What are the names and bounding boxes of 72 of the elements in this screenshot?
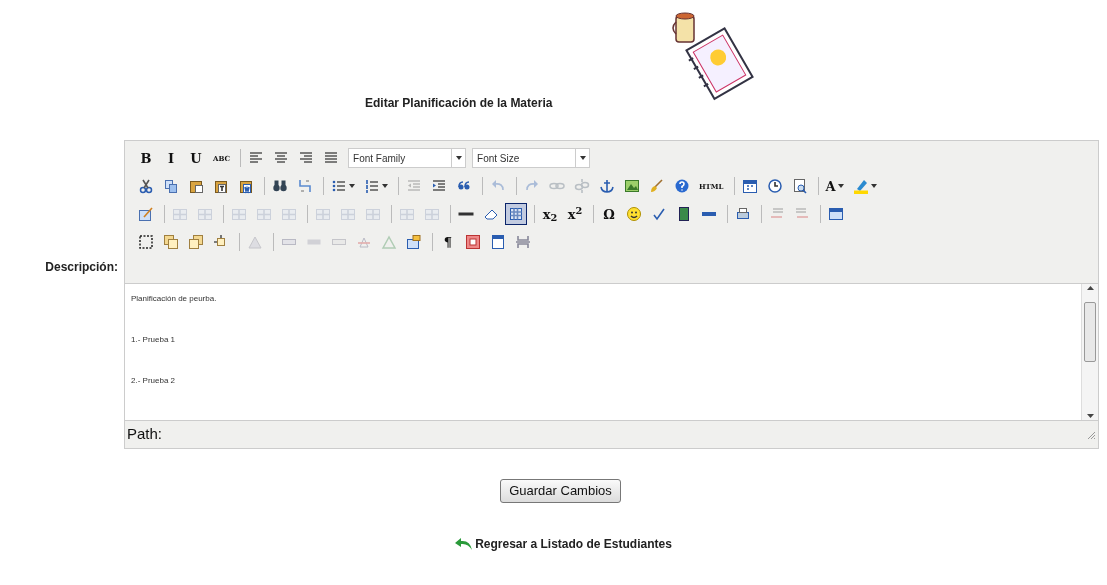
- caret-icon: [870, 184, 877, 188]
- scroll-thumb[interactable]: [1084, 302, 1096, 362]
- replace-icon: [297, 178, 313, 194]
- layers-icon: [163, 234, 179, 250]
- page-title: Editar Planificación de la Materia: [365, 95, 553, 112]
- align-center-icon: [273, 150, 290, 166]
- help-icon: [674, 178, 690, 194]
- anchor-icon: [599, 178, 615, 194]
- pencil-on-page-icon: [138, 206, 154, 222]
- curved-arrow-icon: [455, 537, 474, 551]
- format-button[interactable]: I: [160, 147, 182, 169]
- page-break-icon: [515, 234, 531, 250]
- toolbar-button[interactable]: [505, 203, 527, 225]
- clock-icon: [766, 178, 783, 194]
- template-icon: [465, 234, 481, 250]
- copy-icon: [163, 178, 179, 194]
- brush-icon: [649, 178, 665, 194]
- paragraph: Planificación de peurba.: [131, 294, 218, 304]
- align-left-icon: [248, 150, 265, 166]
- dropdown-field[interactable]: Font Family: [348, 148, 467, 168]
- save-button[interactable]: Guardar Cambios: [500, 479, 621, 503]
- scrollbar[interactable]: [1081, 284, 1098, 420]
- printer-icon: [735, 206, 751, 222]
- justify-icon: [323, 150, 340, 166]
- dropdown-field[interactable]: Font Size: [472, 148, 591, 168]
- outdent-icon: [406, 178, 422, 194]
- fullscreen-icon: [828, 206, 844, 222]
- insert-icon: [381, 234, 397, 250]
- caret-icon: [382, 184, 388, 188]
- format-button[interactable]: U: [185, 147, 207, 169]
- attributes-icon: [406, 234, 422, 250]
- caret-icon: [455, 156, 462, 160]
- field-label: Descripción:: [44, 259, 119, 276]
- paragraph: 2.- Prueba 2: [131, 376, 177, 386]
- back-link[interactable]: Regresar a Listado de Estudiantes: [455, 535, 672, 553]
- format-button[interactable]: Ω: [598, 203, 620, 225]
- layer-forward-icon: [188, 234, 204, 250]
- path-label: Path:: [127, 424, 163, 445]
- caret-icon: [349, 184, 355, 188]
- clipboard-icon: [188, 178, 204, 194]
- spellcheck-icon: [651, 206, 667, 222]
- grid-icon: [508, 206, 524, 222]
- resize-grip-icon[interactable]: [1086, 429, 1096, 440]
- bullet-list-icon: [331, 178, 347, 194]
- film-icon: [676, 206, 692, 222]
- caret-icon: [579, 156, 586, 160]
- layout-icon: [490, 234, 506, 250]
- calendar-icon: [741, 178, 758, 194]
- picture-icon: [624, 178, 640, 194]
- magnifier-page-icon: [791, 178, 808, 194]
- highlighter-icon: [852, 178, 869, 194]
- style-icon: [247, 234, 263, 250]
- clipboard-document-icon: [238, 178, 254, 194]
- scroll-up-icon[interactable]: [1086, 286, 1094, 290]
- numbered-list-icon: [364, 178, 380, 194]
- indent-icon: [431, 178, 447, 194]
- format-button[interactable]: A: [822, 175, 847, 197]
- scissors-icon: [138, 178, 154, 194]
- format-button[interactable]: x$^{2}$: [564, 203, 586, 225]
- scroll-down-icon[interactable]: [1086, 414, 1094, 418]
- align-right-icon: [298, 150, 315, 166]
- dashed-selection-icon: [138, 234, 154, 250]
- clipboard-text-icon: [213, 178, 229, 194]
- format-button[interactable]: ¶: [437, 231, 459, 253]
- caret-icon: [837, 184, 844, 188]
- smiley-icon: [626, 206, 642, 222]
- binoculars-icon: [272, 178, 288, 194]
- format-button[interactable]: x$_{2}$: [539, 203, 561, 225]
- broken-link-icon: [574, 178, 590, 194]
- table-icon: [172, 206, 188, 222]
- paragraph: 1.- Prueba 1: [131, 335, 177, 345]
- format-button[interactable]: B: [135, 147, 157, 169]
